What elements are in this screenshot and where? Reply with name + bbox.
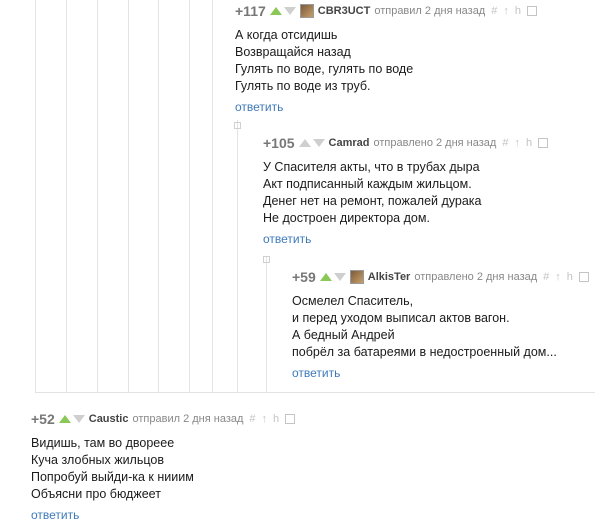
comment-timestamp[interactable]: отправлено 2 дня назад: [374, 137, 497, 149]
thread-line: [266, 256, 267, 392]
comment-body: У Спасителя акты, что в трубах дыра Акт …: [263, 159, 548, 227]
comment: +59 AlkisTer отправлено 2 дня назад # ↑ …: [292, 268, 589, 380]
comment-line: Акт подписанный каждым жильцом.: [263, 177, 472, 191]
comment-line: Объясни про бюджеет: [31, 487, 161, 501]
reply-link[interactable]: ответить: [31, 508, 295, 522]
comment-line: Осмелел Спаситель,: [292, 294, 414, 308]
avatar[interactable]: [349, 270, 364, 284]
parent-icon[interactable]: h: [515, 5, 521, 17]
comment-timestamp[interactable]: отправил 2 дня назад: [133, 413, 244, 425]
comment-line: Гулять по воде, гулять по воде: [235, 62, 414, 76]
link-icon[interactable]: #: [249, 413, 255, 425]
thread-line: [128, 0, 129, 392]
go-up-icon[interactable]: ↑: [262, 413, 268, 425]
comment-line: У Спасителя акты, что в трубах дыра: [263, 160, 480, 174]
thread-line: [189, 0, 190, 392]
collapse-icon[interactable]: [263, 256, 270, 263]
comment-rating: +105: [263, 135, 295, 151]
comment-timestamp[interactable]: отправлено 2 дня назад: [414, 271, 537, 283]
comment-line: Гулять по воде из труб.: [235, 79, 371, 93]
comment-rating: +52: [31, 411, 55, 427]
arrow-up-icon[interactable]: [269, 7, 282, 15]
comment-author[interactable]: Caustic: [89, 413, 129, 425]
comment-author[interactable]: CBR3UCT: [318, 5, 371, 17]
comment-line: Денег нет на ремонт, пожалей дурака: [263, 194, 482, 208]
go-up-icon[interactable]: ↑: [555, 271, 561, 283]
comment-line: Видишь, там во двореее: [31, 436, 175, 450]
comment-timestamp[interactable]: отправил 2 дня назад: [374, 5, 485, 17]
thread-line: [35, 0, 36, 392]
save-icon[interactable]: [526, 6, 537, 16]
comment: +52 Caustic отправил 2 дня назад # ↑ h В…: [31, 410, 296, 522]
collapse-icon[interactable]: [234, 122, 241, 129]
comment-line: Куча злобных жильцов: [31, 453, 164, 467]
comment: +105 Camrad отправлено 2 дня назад # ↑ h…: [263, 134, 549, 246]
thread-line: [237, 120, 238, 392]
thread-line: [97, 0, 98, 392]
comment-line: и перед уходом выписал актов вагон.: [292, 311, 510, 325]
arrow-up-icon[interactable]: [58, 415, 71, 423]
comment-header: +105 Camrad отправлено 2 дня назад # ↑ h: [263, 134, 549, 152]
arrow-down-icon[interactable]: [312, 139, 325, 147]
reply-link[interactable]: ответить: [235, 100, 537, 114]
thread-line: [158, 0, 159, 392]
comment-header: +117 CBR3UCT отправил 2 дня назад # ↑ h: [235, 2, 537, 20]
link-icon[interactable]: #: [543, 271, 549, 283]
arrow-down-icon[interactable]: [333, 273, 346, 281]
comment: +117 CBR3UCT отправил 2 дня назад # ↑ h …: [235, 2, 537, 114]
comment-rating: +117: [235, 3, 266, 19]
comment-body: Осмелел Спаситель, и перед уходом выписа…: [292, 293, 589, 361]
thread-line: [212, 0, 213, 392]
comment-author[interactable]: AlkisTer: [368, 271, 411, 283]
comment-header: +52 Caustic отправил 2 дня назад # ↑ h: [31, 410, 296, 428]
comment-line: А бедный Андрей: [292, 328, 395, 342]
parent-icon[interactable]: h: [273, 413, 279, 425]
comment-body: Видишь, там во двореее Куча злобных жиль…: [31, 435, 295, 503]
go-up-icon[interactable]: ↑: [514, 137, 520, 149]
reply-link[interactable]: ответить: [263, 232, 548, 246]
comment-line: побрёл за батареями в недостроенный дом.…: [292, 345, 557, 359]
arrow-up-icon[interactable]: [298, 139, 311, 147]
thread-divider: [35, 392, 595, 393]
comment-line: Не достроен директора дом.: [263, 211, 430, 225]
go-up-icon[interactable]: ↑: [503, 5, 509, 17]
arrow-down-icon[interactable]: [72, 415, 85, 423]
save-icon[interactable]: [285, 414, 296, 424]
comment-rating: +59: [292, 269, 316, 285]
reply-link[interactable]: ответить: [292, 366, 589, 380]
arrow-up-icon[interactable]: [319, 273, 332, 281]
avatar[interactable]: [299, 4, 314, 18]
arrow-down-icon[interactable]: [283, 7, 296, 15]
comment-author[interactable]: Camrad: [329, 137, 370, 149]
comment-line: Возвращайся назад: [235, 45, 351, 59]
save-icon[interactable]: [538, 138, 549, 148]
link-icon[interactable]: #: [502, 137, 508, 149]
link-icon[interactable]: #: [491, 5, 497, 17]
comment-line: Попробуй выйди-ка к нииим: [31, 470, 194, 484]
comment-body: А когда отсидишь Возвращайся назад Гулят…: [235, 27, 537, 95]
comment-header: +59 AlkisTer отправлено 2 дня назад # ↑ …: [292, 268, 589, 286]
comment-line: А когда отсидишь: [235, 28, 338, 42]
save-icon[interactable]: [578, 272, 589, 282]
parent-icon[interactable]: h: [526, 137, 532, 149]
parent-icon[interactable]: h: [567, 271, 573, 283]
thread-line: [66, 0, 67, 392]
